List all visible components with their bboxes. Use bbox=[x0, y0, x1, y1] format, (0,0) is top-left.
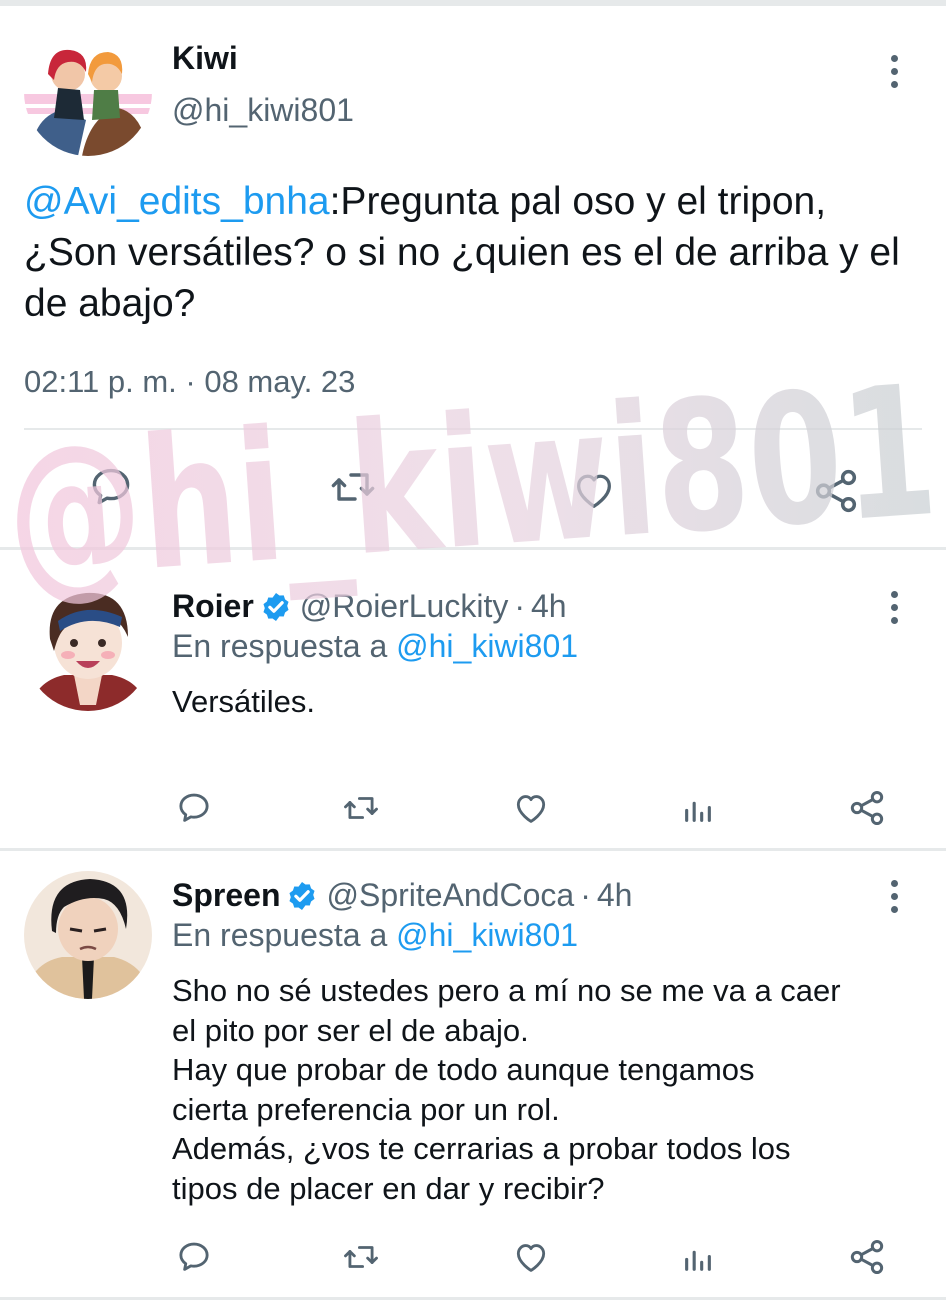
reply-to-label: En respuesta a bbox=[172, 917, 388, 953]
share-icon bbox=[815, 469, 857, 513]
retweet-icon bbox=[344, 797, 378, 819]
share-button[interactable] bbox=[846, 1237, 888, 1277]
reply-avatar[interactable] bbox=[24, 583, 152, 711]
divider bbox=[0, 1297, 946, 1300]
like-button[interactable] bbox=[568, 466, 620, 514]
comment-icon bbox=[179, 1242, 209, 1271]
reply-to-handle[interactable]: @hi_kiwi801 bbox=[396, 628, 578, 664]
reply-header: Roier @RoierLuckity · 4h bbox=[172, 588, 567, 625]
analytics-button[interactable] bbox=[680, 1239, 716, 1277]
reply-text-line: tipos de placer en dar y recibir? bbox=[172, 1170, 605, 1206]
reply-text-line: cierta preferencia por un rol. bbox=[172, 1091, 560, 1127]
reply-to-handle[interactable]: @hi_kiwi801 bbox=[396, 917, 578, 953]
tweet-timestamp[interactable]: 02:11 p. m. · 08 may. 23 bbox=[24, 364, 355, 400]
like-icon bbox=[577, 474, 611, 508]
stats-icon bbox=[685, 801, 711, 822]
share-icon bbox=[850, 1240, 884, 1274]
reply-author-name[interactable]: Spreen bbox=[172, 877, 280, 914]
separator-dot: · bbox=[580, 877, 591, 913]
author-handle[interactable]: @hi_kiwi801 bbox=[172, 92, 354, 129]
reply-to-label: En respuesta a bbox=[172, 628, 388, 664]
separator-dot: · bbox=[514, 588, 525, 624]
reply-text-line: Además, ¿vos te cerrarias a probar todos… bbox=[172, 1131, 791, 1166]
stats-icon bbox=[685, 1250, 711, 1271]
reply-button[interactable] bbox=[174, 788, 214, 828]
reply-context: En respuesta a @hi_kiwi801 bbox=[172, 628, 578, 665]
reply-avatar[interactable] bbox=[24, 871, 152, 999]
more-options-icon[interactable] bbox=[887, 55, 901, 88]
like-button[interactable] bbox=[510, 1237, 552, 1277]
reply-text-line: Hay que probar de todo aunque tengamos bbox=[172, 1052, 755, 1087]
tweet-text: @Avi_edits_bnha:Pregunta pal oso y el tr… bbox=[24, 176, 924, 329]
verified-badge-icon bbox=[263, 592, 289, 621]
like-icon bbox=[516, 1244, 546, 1272]
author-avatar[interactable] bbox=[24, 28, 152, 156]
reply-author-handle[interactable]: @RoierLuckity bbox=[300, 588, 509, 625]
more-options-icon[interactable] bbox=[887, 591, 901, 624]
like-button[interactable] bbox=[510, 788, 552, 828]
author-name[interactable]: Kiwi bbox=[172, 40, 238, 77]
share-button[interactable] bbox=[810, 466, 862, 516]
reply-text-line: el pito por ser el de abajo. bbox=[172, 1012, 529, 1048]
retweet-icon bbox=[344, 1246, 378, 1268]
more-options-icon[interactable] bbox=[887, 880, 901, 913]
share-button[interactable] bbox=[846, 788, 888, 828]
retweet-icon bbox=[331, 473, 375, 501]
comment-icon bbox=[92, 468, 130, 505]
share-icon bbox=[850, 791, 884, 825]
reply-header: Spreen @SpriteAndCoca · 4h bbox=[172, 877, 632, 914]
like-icon bbox=[516, 795, 546, 823]
analytics-button[interactable] bbox=[680, 790, 716, 828]
reply-text-line: Versátiles. bbox=[172, 684, 316, 719]
reply-text: Versátiles. bbox=[172, 682, 922, 722]
main-tweet: Kiwi @hi_kiwi801 @Avi_edits_bnha:Pregunt… bbox=[0, 6, 946, 549]
reply-tweet: Roier @RoierLuckity · 4h En respuesta a … bbox=[0, 550, 946, 848]
retweet-button[interactable] bbox=[326, 462, 380, 512]
verified-badge-icon bbox=[289, 881, 316, 910]
reply-button[interactable] bbox=[86, 462, 136, 512]
divider bbox=[24, 428, 922, 430]
reply-text-line: Sho no sé ustedes pero a mí no se me va … bbox=[172, 973, 841, 1008]
reply-text: Sho no sé ustedes pero a mí no se me va … bbox=[172, 971, 922, 1208]
mention-link[interactable]: @Avi_edits_bnha bbox=[24, 180, 330, 223]
reply-tweet: Spreen @SpriteAndCoca · 4h En respuesta … bbox=[0, 851, 946, 1297]
reply-author-name[interactable]: Roier bbox=[172, 588, 254, 625]
reply-time[interactable]: 4h bbox=[597, 877, 633, 914]
reply-author-handle[interactable]: @SpriteAndCoca bbox=[326, 877, 574, 914]
comment-icon bbox=[179, 793, 209, 822]
reply-time[interactable]: 4h bbox=[531, 588, 567, 625]
reply-context: En respuesta a @hi_kiwi801 bbox=[172, 917, 578, 954]
retweet-button[interactable] bbox=[338, 788, 384, 828]
reply-button[interactable] bbox=[174, 1237, 214, 1277]
retweet-button[interactable] bbox=[338, 1237, 384, 1277]
